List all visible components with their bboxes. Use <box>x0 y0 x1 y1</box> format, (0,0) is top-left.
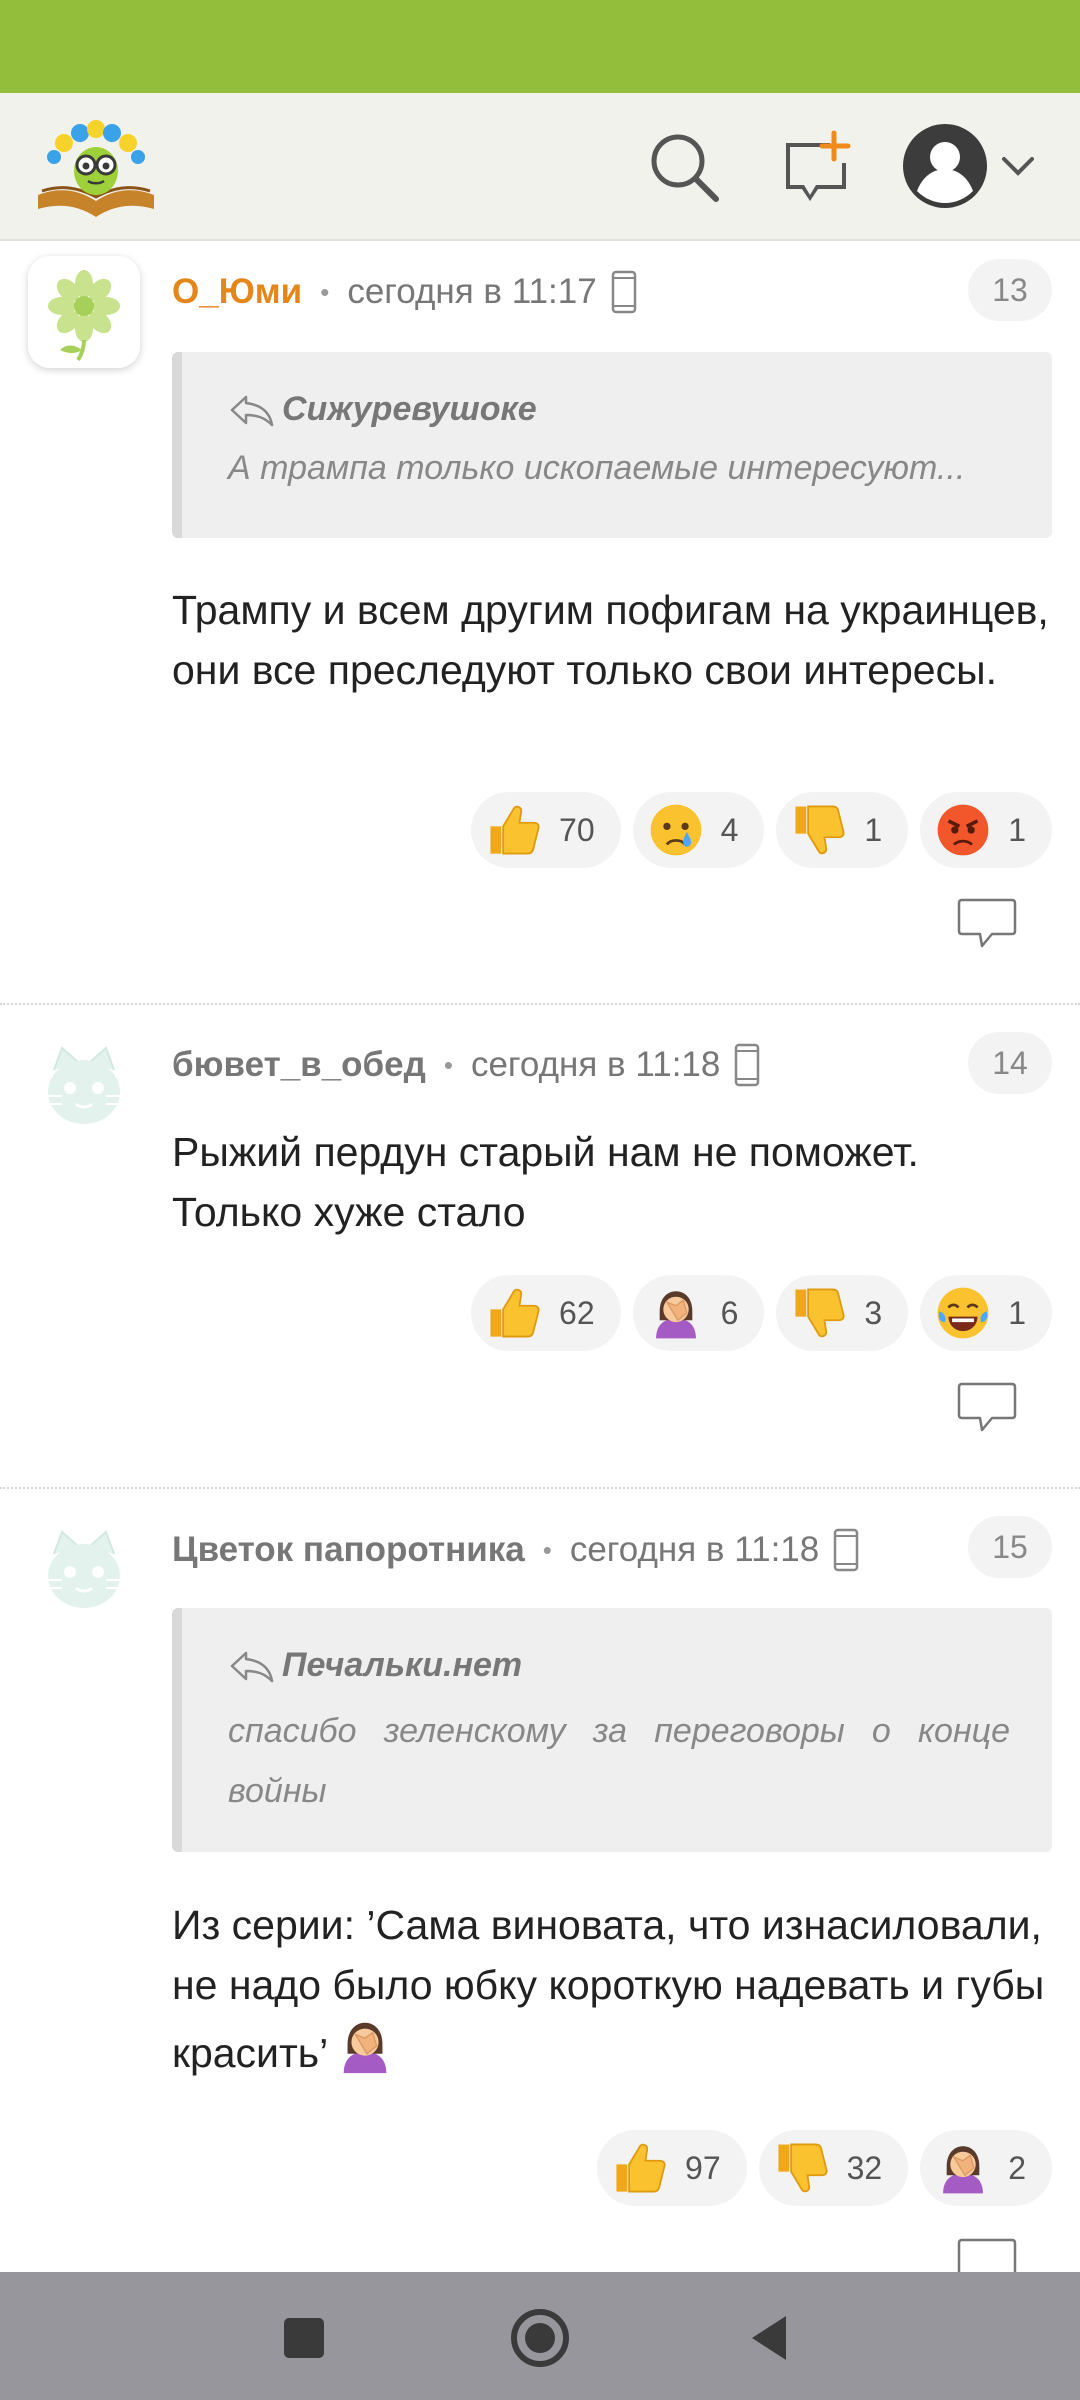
reaction-thumbs-down[interactable]: 32 <box>758 2130 909 2206</box>
comment-number[interactable]: 15 <box>968 1516 1052 1578</box>
avatar[interactable] <box>28 256 140 368</box>
crying-face-icon <box>647 801 705 859</box>
reaction-count: 62 <box>559 1294 595 1331</box>
search-icon[interactable] <box>646 129 722 205</box>
reaction-count: 3 <box>864 1294 883 1331</box>
reaction-facepalm[interactable]: 6 <box>632 1275 765 1351</box>
comment-text: Рыжий пердун старый нам не поможет. Толь… <box>172 1129 919 1235</box>
facepalm-icon <box>334 2015 396 2077</box>
cat-avatar-icon <box>28 1030 140 1142</box>
triangle-back-icon[interactable] <box>742 2310 798 2366</box>
comment-time: сегодня в 11:17 <box>347 272 597 311</box>
separator-dot: • <box>542 1534 552 1565</box>
avatar[interactable] <box>28 1030 140 1142</box>
divider <box>0 1003 1080 1005</box>
reaction-count: 70 <box>559 811 595 848</box>
comment-time: сегодня в 11:18 <box>569 1530 820 1569</box>
square-recents-icon[interactable] <box>276 2310 332 2366</box>
quote-text: А трампа только ископаемые интересуют... <box>228 449 966 487</box>
reaction-count: 97 <box>685 2149 721 2186</box>
comment-meta: О_Юми • сегодня в 11:17 <box>172 262 637 322</box>
phone-icon <box>833 1528 859 1572</box>
reaction-laughing[interactable]: 1 <box>920 1275 1052 1351</box>
reaction-count: 4 <box>720 811 739 848</box>
cat-avatar-icon <box>28 1514 140 1626</box>
reaction-count: 1 <box>1008 1294 1026 1331</box>
thumbs-up-icon <box>485 1284 543 1342</box>
phone-icon <box>734 1043 760 1087</box>
quote-author: Печальки.нет <box>282 1646 523 1684</box>
reply-arrow-icon <box>228 1649 276 1683</box>
comment-number[interactable]: 14 <box>968 1032 1052 1094</box>
quote-author: Сижуревушоке <box>282 390 537 428</box>
separator-dot: • <box>320 276 330 307</box>
comment-meta: Цветок папоротника • сегодня в 11:18 <box>172 1520 859 1580</box>
system-nav-bar <box>0 2272 1080 2400</box>
reaction-thumbs-down[interactable]: 3 <box>776 1275 909 1351</box>
reaction-count: 32 <box>846 2149 883 2186</box>
laughing-tears-icon <box>934 1284 992 1342</box>
thumbs-down-icon <box>773 2139 831 2197</box>
app-header <box>0 93 1080 241</box>
circle-home-icon[interactable] <box>508 2306 572 2370</box>
comment-number[interactable]: 13 <box>968 259 1052 321</box>
thumbs-up-icon <box>485 801 543 859</box>
reply-comment-icon[interactable] <box>956 896 1018 952</box>
reaction-count: 2 <box>1008 2149 1026 2186</box>
separator-dot: • <box>443 1049 453 1080</box>
reply-comment-icon[interactable] <box>956 1380 1018 1436</box>
quote-text: спасибо зеленскому за переговоры о конце… <box>228 1712 1010 1810</box>
divider <box>0 1487 1080 1489</box>
flower-avatar-icon <box>28 256 140 368</box>
reaction-count: 1 <box>1008 811 1026 848</box>
user-avatar-icon <box>903 124 987 208</box>
smiling-flower-book-logo[interactable] <box>34 107 158 219</box>
thumbs-down-icon <box>790 1284 848 1342</box>
reaction-thumbs-down[interactable]: 1 <box>776 792 909 868</box>
comment-text: Из серии: ’Сама виновата, что изнасилова… <box>172 1895 1052 2083</box>
reaction-angry[interactable]: 1 <box>920 792 1052 868</box>
reaction-thumbs-up[interactable]: 62 <box>471 1275 621 1351</box>
reaction-thumbs-up[interactable]: 70 <box>471 792 621 868</box>
comment-time: сегодня в 11:18 <box>470 1045 721 1084</box>
comment-meta: бювет_в_обед • сегодня в 11:18 <box>172 1035 760 1095</box>
comment-text-content: Из серии: ’Сама виновата, что изнасилова… <box>172 1902 1045 2076</box>
reaction-count: 1 <box>864 811 883 848</box>
reactions-bar: 62 6 3 1 <box>471 1275 1052 1351</box>
author-name[interactable]: Цветок папоротника <box>172 1530 525 1570</box>
quoted-comment[interactable]: Печальки.нет спасибо зеленскому за перег… <box>172 1608 1052 1852</box>
profile-menu[interactable] <box>900 121 1050 211</box>
quoted-comment[interactable]: Сижуревушоке А трампа только ископаемые … <box>172 352 1052 538</box>
reply-arrow-icon <box>228 393 276 427</box>
phone-icon <box>611 270 637 314</box>
new-post-plus-icon[interactable] <box>778 129 854 205</box>
reaction-count: 6 <box>720 1294 739 1331</box>
reaction-thumbs-up[interactable]: 97 <box>597 2130 747 2206</box>
status-bar <box>0 0 1080 93</box>
chevron-down-icon <box>1002 157 1034 176</box>
author-name[interactable]: бювет_в_обед <box>172 1045 426 1085</box>
avatar[interactable] <box>28 1514 140 1626</box>
reactions-bar: 97 32 2 <box>597 2130 1052 2206</box>
comment-text: Трампу и всем другим пофигам на украинце… <box>172 587 1049 693</box>
facepalm-icon <box>934 2139 992 2197</box>
angry-face-icon <box>934 801 992 859</box>
reaction-facepalm[interactable]: 2 <box>920 2130 1052 2206</box>
reaction-crying[interactable]: 4 <box>632 792 765 868</box>
author-name[interactable]: О_Юми <box>172 272 302 312</box>
thumbs-down-icon <box>790 801 848 859</box>
facepalm-icon <box>647 1284 705 1342</box>
thumbs-up-icon <box>611 2139 669 2197</box>
reactions-bar: 70 4 1 1 <box>471 792 1052 868</box>
